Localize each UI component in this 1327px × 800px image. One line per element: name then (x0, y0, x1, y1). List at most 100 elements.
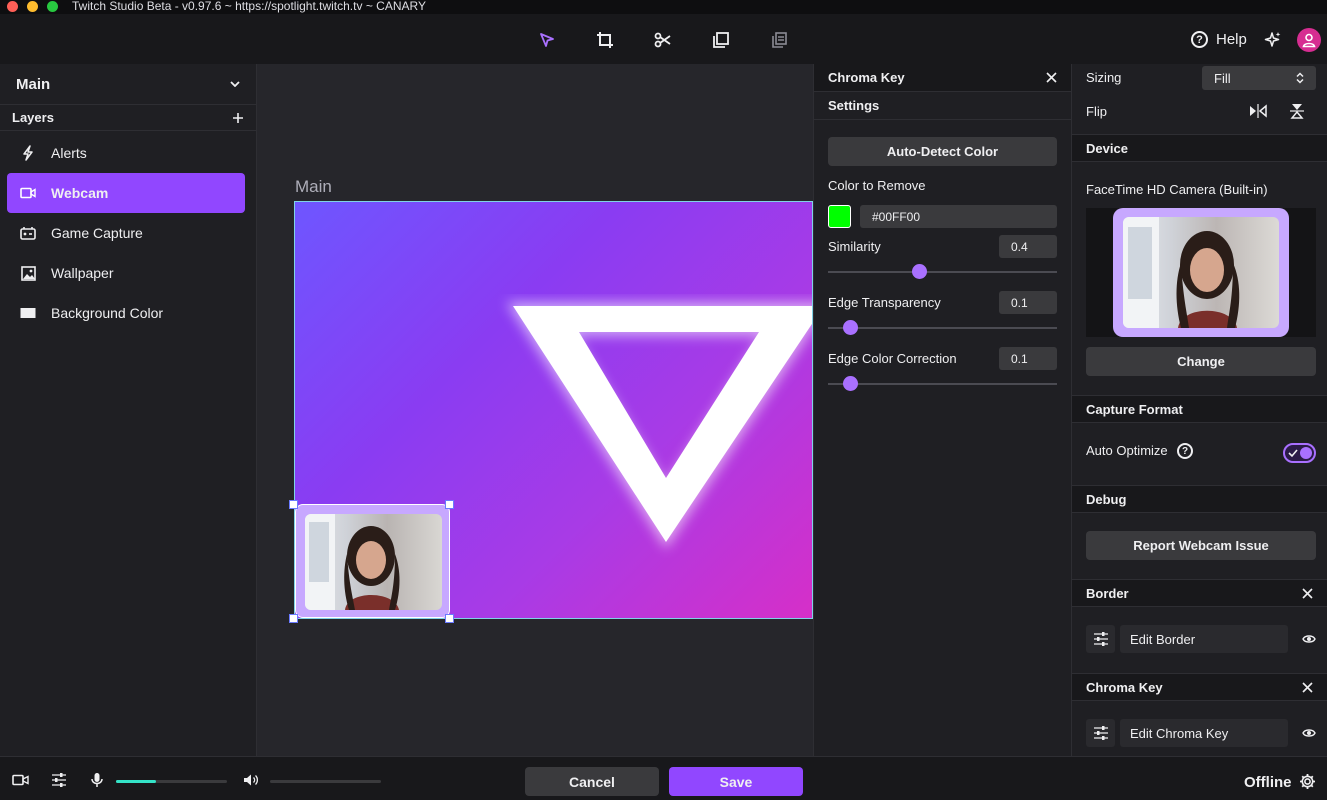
sliders-icon[interactable] (1086, 719, 1115, 747)
edge-color-correction-label: Edge Color Correction (828, 351, 957, 366)
color-to-remove-label: Color to Remove (828, 178, 926, 193)
layer-label: Wallpaper (51, 265, 114, 281)
border-title: Border (1086, 585, 1129, 601)
device-preview (1086, 208, 1316, 337)
auto-detect-color-button[interactable]: Auto-Detect Color (828, 137, 1057, 166)
scene-name: Main (16, 75, 51, 93)
add-layer-icon[interactable] (232, 112, 244, 124)
video-camera-icon[interactable] (11, 771, 29, 789)
edge-color-correction-slider[interactable] (828, 376, 1057, 391)
help-label: Help (1216, 31, 1247, 48)
chroma-key-section-header: Chroma Key (1072, 673, 1327, 701)
chroma-key-section-title: Chroma Key (1086, 679, 1163, 695)
sizing-select[interactable]: Fill (1202, 66, 1316, 90)
gear-icon[interactable] (1299, 773, 1316, 790)
flip-horizontal-icon[interactable] (1249, 104, 1267, 118)
auto-optimize-label: Auto Optimize (1086, 443, 1168, 458)
slider-knob[interactable] (843, 320, 859, 335)
webcam-layer[interactable] (295, 504, 450, 618)
scissors-icon[interactable] (652, 29, 674, 51)
eye-icon[interactable] (1302, 632, 1316, 646)
user-icon (1302, 33, 1316, 48)
similarity-label: Similarity (828, 239, 881, 254)
settings-header: Settings (814, 92, 1071, 120)
change-device-button[interactable]: Change (1086, 347, 1316, 376)
game-controller-icon (20, 225, 36, 241)
canvas-scene-label: Main (295, 177, 332, 196)
auto-optimize-toggle[interactable] (1283, 443, 1316, 463)
color-hex-field[interactable]: #00FF00 (860, 205, 1057, 228)
layer-item-wallpaper[interactable]: Wallpaper (7, 253, 245, 293)
mixer-sliders-icon[interactable] (50, 771, 68, 789)
slider-knob[interactable] (843, 376, 859, 391)
device-preview-frame (1113, 208, 1289, 337)
device-preview-image (1123, 217, 1279, 328)
similarity-value-field[interactable]: 0.4 (999, 235, 1057, 258)
flip-vertical-icon[interactable] (1290, 103, 1304, 119)
webcam-feed-image (305, 514, 442, 610)
edge-color-correction-value-field[interactable]: 0.1 (999, 347, 1057, 370)
user-avatar[interactable] (1297, 28, 1321, 52)
edge-transparency-slider[interactable] (828, 320, 1057, 335)
layer-item-game-capture[interactable]: Game Capture (7, 213, 245, 253)
properties-panel: Sizing Fill Flip Device FaceTime HD Came… (1072, 64, 1327, 756)
resize-handle-top-left[interactable] (289, 500, 298, 509)
color-rectangle-icon (20, 305, 36, 321)
cancel-button[interactable]: Cancel (525, 767, 659, 796)
question-circle-icon[interactable]: ? (1177, 443, 1193, 459)
bottom-bar: Cancel Save Offline (0, 756, 1327, 800)
edge-transparency-value-field[interactable]: 0.1 (999, 291, 1057, 314)
edit-chroma-key-row: Edit Chroma Key (1086, 719, 1316, 747)
window-title: Twitch Studio Beta - v0.97.6 ~ https://s… (72, 0, 426, 13)
close-window-button[interactable] (7, 1, 18, 12)
mic-volume-meter[interactable] (116, 780, 227, 783)
edit-chroma-key-button[interactable]: Edit Chroma Key (1120, 719, 1288, 747)
triangle-graphic (506, 302, 812, 549)
close-icon[interactable] (1046, 72, 1057, 83)
chroma-key-panel: Chroma Key Settings Auto-Detect Color Co… (813, 64, 1072, 756)
sparkle-icon[interactable] (1264, 31, 1282, 49)
sizing-value: Fill (1214, 70, 1231, 86)
flip-label: Flip (1086, 104, 1107, 119)
layer-item-alerts[interactable]: Alerts (7, 133, 245, 173)
sizing-label: Sizing (1086, 70, 1122, 85)
scene-stage[interactable] (294, 201, 813, 619)
save-button[interactable]: Save (669, 767, 803, 796)
layer-item-webcam[interactable]: Webcam (7, 173, 245, 213)
layers-stack-icon[interactable] (768, 29, 790, 51)
debug-title: Debug (1086, 491, 1127, 507)
close-icon[interactable] (1302, 681, 1313, 693)
chroma-key-header: Chroma Key (814, 64, 1071, 92)
color-swatch[interactable] (828, 205, 851, 228)
slider-knob[interactable] (912, 264, 928, 279)
edge-transparency-label: Edge Transparency (828, 295, 941, 310)
scene-dropdown[interactable]: Main (0, 64, 256, 105)
edit-border-button[interactable]: Edit Border (1120, 625, 1288, 653)
report-webcam-issue-button[interactable]: Report Webcam Issue (1086, 531, 1316, 560)
layer-label: Background Color (51, 305, 164, 321)
eye-icon[interactable] (1302, 726, 1316, 740)
duplicate-icon[interactable] (710, 29, 732, 51)
crop-icon[interactable] (594, 29, 616, 51)
microphone-icon[interactable] (88, 771, 106, 789)
image-icon (20, 265, 36, 281)
video-camera-icon (20, 185, 36, 201)
resize-handle-bottom-right[interactable] (445, 614, 454, 623)
sliders-icon[interactable] (1086, 625, 1115, 653)
resize-handle-top-right[interactable] (445, 500, 454, 509)
zoom-window-button[interactable] (47, 1, 58, 12)
minimize-window-button[interactable] (27, 1, 38, 12)
select-arrow-icon[interactable] (536, 29, 558, 51)
speaker-icon[interactable] (242, 771, 260, 789)
help-button[interactable]: ? Help (1191, 31, 1247, 48)
title-bar: Twitch Studio Beta - v0.97.6 ~ https://s… (0, 0, 1327, 14)
layer-item-background-color[interactable]: Background Color (7, 293, 245, 333)
device-title: Device (1086, 140, 1128, 156)
close-icon[interactable] (1302, 587, 1313, 599)
similarity-slider[interactable] (828, 264, 1057, 279)
resize-handle-bottom-left[interactable] (289, 614, 298, 623)
desktop-volume-meter[interactable] (270, 780, 381, 783)
toolbar: ? Help (0, 14, 1327, 64)
layers-header: Layers (0, 105, 256, 131)
mic-volume-level (116, 780, 156, 783)
